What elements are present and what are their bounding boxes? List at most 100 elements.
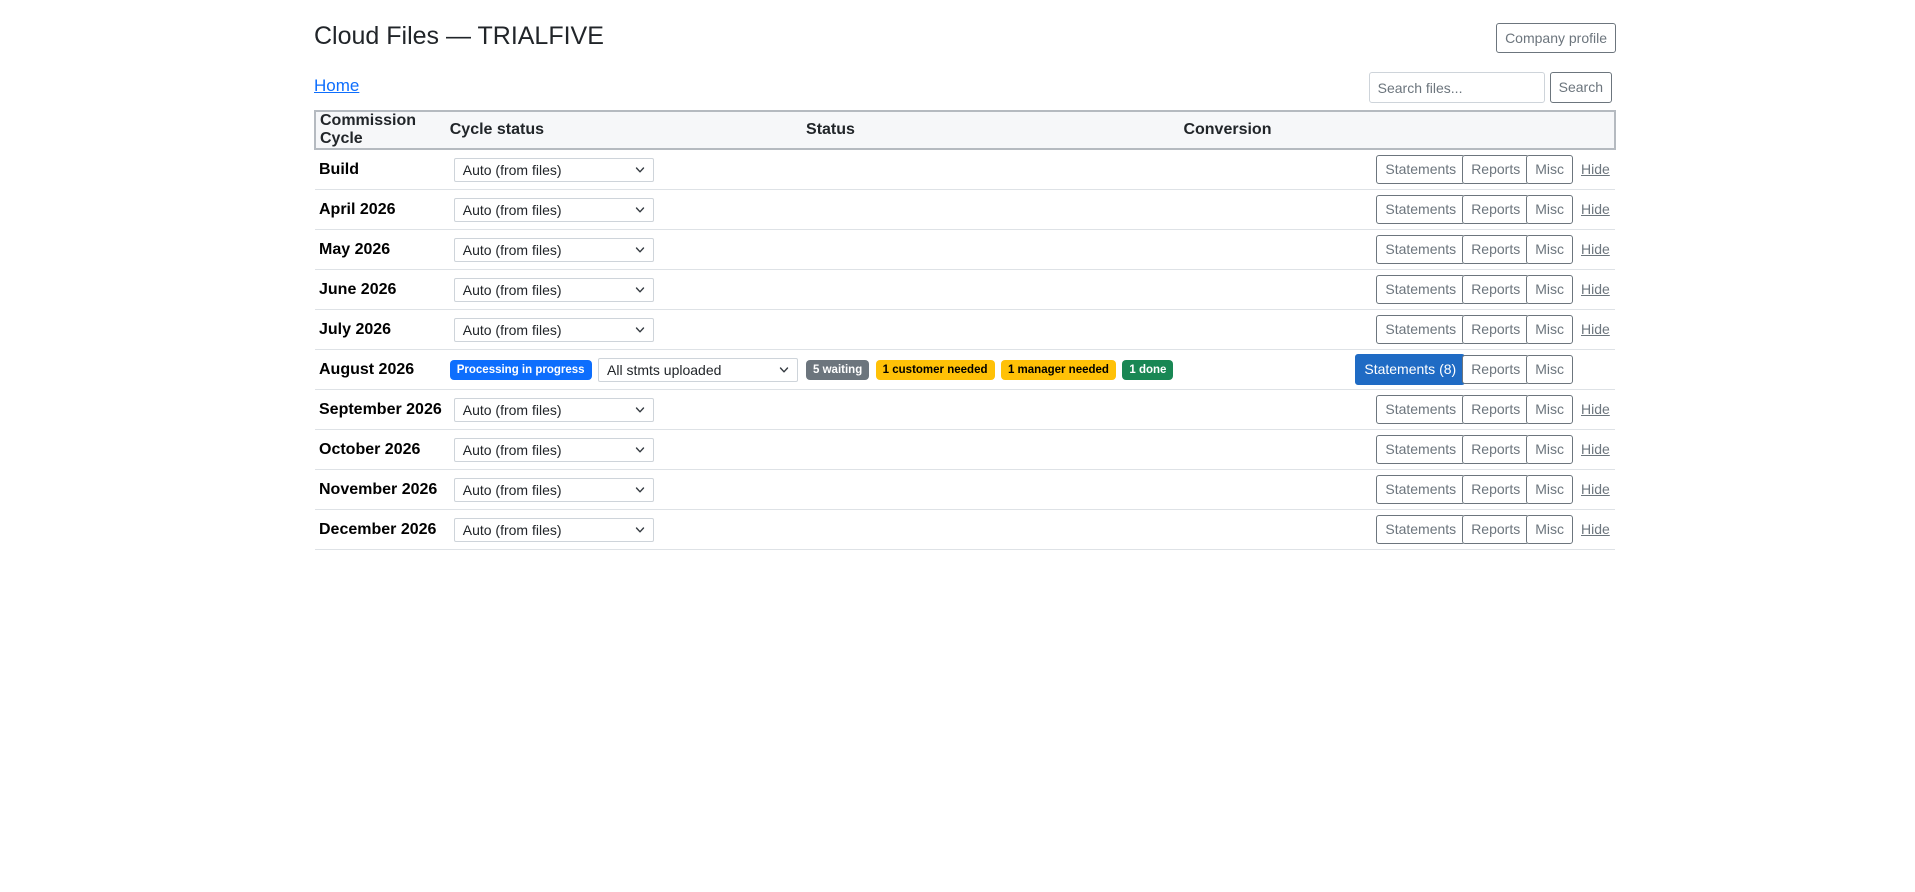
statements-button[interactable]: Statements (1376, 475, 1466, 504)
reports-button[interactable]: Reports (1462, 515, 1530, 544)
conversion-cell (1179, 309, 1297, 350)
page-title: Cloud Files — TRIALFIVE (314, 22, 604, 50)
actions-cell: Statements Reports Misc Hide (1296, 509, 1615, 550)
misc-button[interactable]: Misc (1526, 435, 1573, 464)
status-cell: 5 waiting 1 customer needed 1 manager ne… (802, 349, 1180, 390)
table-row: July 2026 Auto (from files) Statements Repo… (315, 309, 1615, 350)
hide-link[interactable]: Hide (1581, 481, 1611, 497)
chevron-down-icon (635, 446, 644, 453)
misc-button[interactable]: Misc (1526, 275, 1573, 304)
chevron-down-icon (635, 166, 644, 173)
reports-button[interactable]: Reports (1462, 275, 1530, 304)
subbar: Home Search (314, 72, 1616, 108)
hide-link[interactable]: Hide (1581, 321, 1611, 337)
conversion-cell (1179, 509, 1297, 550)
hide-link[interactable]: Hide (1581, 281, 1611, 297)
cycle-status-value: Auto (from files) (462, 401, 562, 418)
statements-button[interactable]: Statements (1376, 435, 1466, 464)
hide-link[interactable]: Hide (1581, 201, 1611, 217)
status-cell (802, 429, 1180, 470)
status-cell (802, 309, 1180, 350)
actions-cell: Statements Reports Misc Hide (1296, 229, 1615, 270)
cycle-status-value: All stmts uploaded (607, 361, 722, 378)
statements-button[interactable]: Statements (1376, 315, 1466, 344)
cycle-status-select[interactable]: Auto (from files) (453, 197, 654, 222)
cycle-status-select[interactable]: Auto (from files) (453, 237, 654, 262)
search-button[interactable]: Search (1549, 72, 1612, 103)
column-header-cycle-status: Cycle status (445, 110, 803, 150)
misc-button[interactable]: Misc (1526, 395, 1573, 424)
cycle-status-select[interactable]: Auto (from files) (453, 277, 654, 302)
cycle-status-select[interactable]: Auto (from files) (453, 157, 654, 182)
conversion-cell (1179, 229, 1297, 270)
cycle-status-select[interactable]: Auto (from files) (453, 397, 654, 422)
reports-button[interactable]: Reports (1462, 155, 1530, 184)
cycle-name: May 2026 (315, 229, 446, 270)
status-cell (802, 509, 1180, 550)
cycle-status-select[interactable]: Auto (from files) (453, 317, 654, 342)
hide-link[interactable]: Hide (1581, 241, 1611, 257)
statements-button[interactable]: Statements (1376, 395, 1466, 424)
cycle-status-select[interactable]: All stmts uploaded (598, 357, 799, 382)
statements-button[interactable]: Statements (1376, 155, 1466, 184)
statements-button[interactable]: Statements (1376, 195, 1466, 224)
table-row: November 2026 Auto (from files) Statements… (315, 469, 1615, 510)
actions-cell: Statements Reports Misc Hide (1296, 389, 1615, 430)
conversion-cell (1179, 429, 1297, 470)
search-input[interactable] (1368, 72, 1545, 103)
statements-button[interactable]: Statements (1376, 515, 1466, 544)
misc-button[interactable]: Misc (1526, 515, 1573, 544)
chevron-down-icon (635, 486, 644, 493)
company-profile-button[interactable]: Company profile (1496, 23, 1616, 53)
cycle-name: April 2026 (315, 189, 446, 230)
cycle-name: December 2026 (315, 509, 446, 550)
hide-link[interactable]: Hide (1581, 441, 1611, 457)
reports-button[interactable]: Reports (1462, 355, 1530, 384)
actions-cell: Statements Reports Misc Hide (1296, 469, 1615, 510)
cycle-status-cell: Auto (from files) (445, 149, 803, 190)
reports-button[interactable]: Reports (1462, 475, 1530, 504)
misc-button[interactable]: Misc (1526, 195, 1573, 224)
status-cell (802, 269, 1180, 310)
column-header-status: Status (802, 110, 1180, 150)
misc-button[interactable]: Misc (1526, 475, 1573, 504)
reports-button[interactable]: Reports (1462, 435, 1530, 464)
misc-button[interactable]: Misc (1526, 155, 1573, 184)
misc-button[interactable]: Misc (1526, 315, 1573, 344)
home-link[interactable]: Home (314, 76, 359, 96)
cycle-status-cell: Auto (from files) (445, 229, 803, 270)
statements-button[interactable]: Statements (1376, 235, 1466, 264)
cycle-status-value: Auto (from files) (462, 201, 562, 218)
cycle-status-select[interactable]: Auto (from files) (453, 437, 654, 462)
hide-link[interactable]: Hide (1581, 161, 1611, 177)
cycle-name: June 2026 (315, 269, 446, 310)
chevron-down-icon (635, 406, 644, 413)
customer-needed-badge: 1 customer needed (875, 359, 995, 380)
reports-button[interactable]: Reports (1462, 235, 1530, 264)
hide-link[interactable]: Hide (1581, 521, 1611, 537)
conversion-cell (1179, 469, 1297, 510)
status-cell (802, 149, 1180, 190)
hide-link[interactable]: Hide (1581, 401, 1611, 417)
cycle-status-cell: Auto (from files) (445, 269, 803, 310)
reports-button[interactable]: Reports (1462, 315, 1530, 344)
misc-button[interactable]: Misc (1526, 355, 1573, 384)
conversion-cell (1179, 389, 1297, 430)
cycle-status-cell: Auto (from files) (445, 389, 803, 430)
table-header-row: Commission Cycle Cycle status Status Con… (314, 110, 1617, 150)
cycle-status-select[interactable]: Auto (from files) (453, 477, 654, 502)
conversion-cell (1179, 189, 1297, 230)
statements-button[interactable]: Statements (8) (1355, 354, 1466, 385)
reports-button[interactable]: Reports (1462, 195, 1530, 224)
cycle-status-cell: Processing in progress All stmts uploade… (445, 349, 803, 390)
reports-button[interactable]: Reports (1462, 395, 1530, 424)
cycle-status-cell: Auto (from files) (445, 429, 803, 470)
cycle-status-value: Auto (from files) (462, 481, 562, 498)
cycle-status-cell: Auto (from files) (445, 469, 803, 510)
conversion-cell (1179, 349, 1297, 390)
statements-button[interactable]: Statements (1376, 275, 1466, 304)
actions-cell: Statements Reports Misc Hide (1296, 309, 1615, 350)
table-row: April 2026 Auto (from files) Statements Rep… (315, 189, 1615, 230)
misc-button[interactable]: Misc (1526, 235, 1573, 264)
cycle-status-select[interactable]: Auto (from files) (453, 517, 654, 542)
